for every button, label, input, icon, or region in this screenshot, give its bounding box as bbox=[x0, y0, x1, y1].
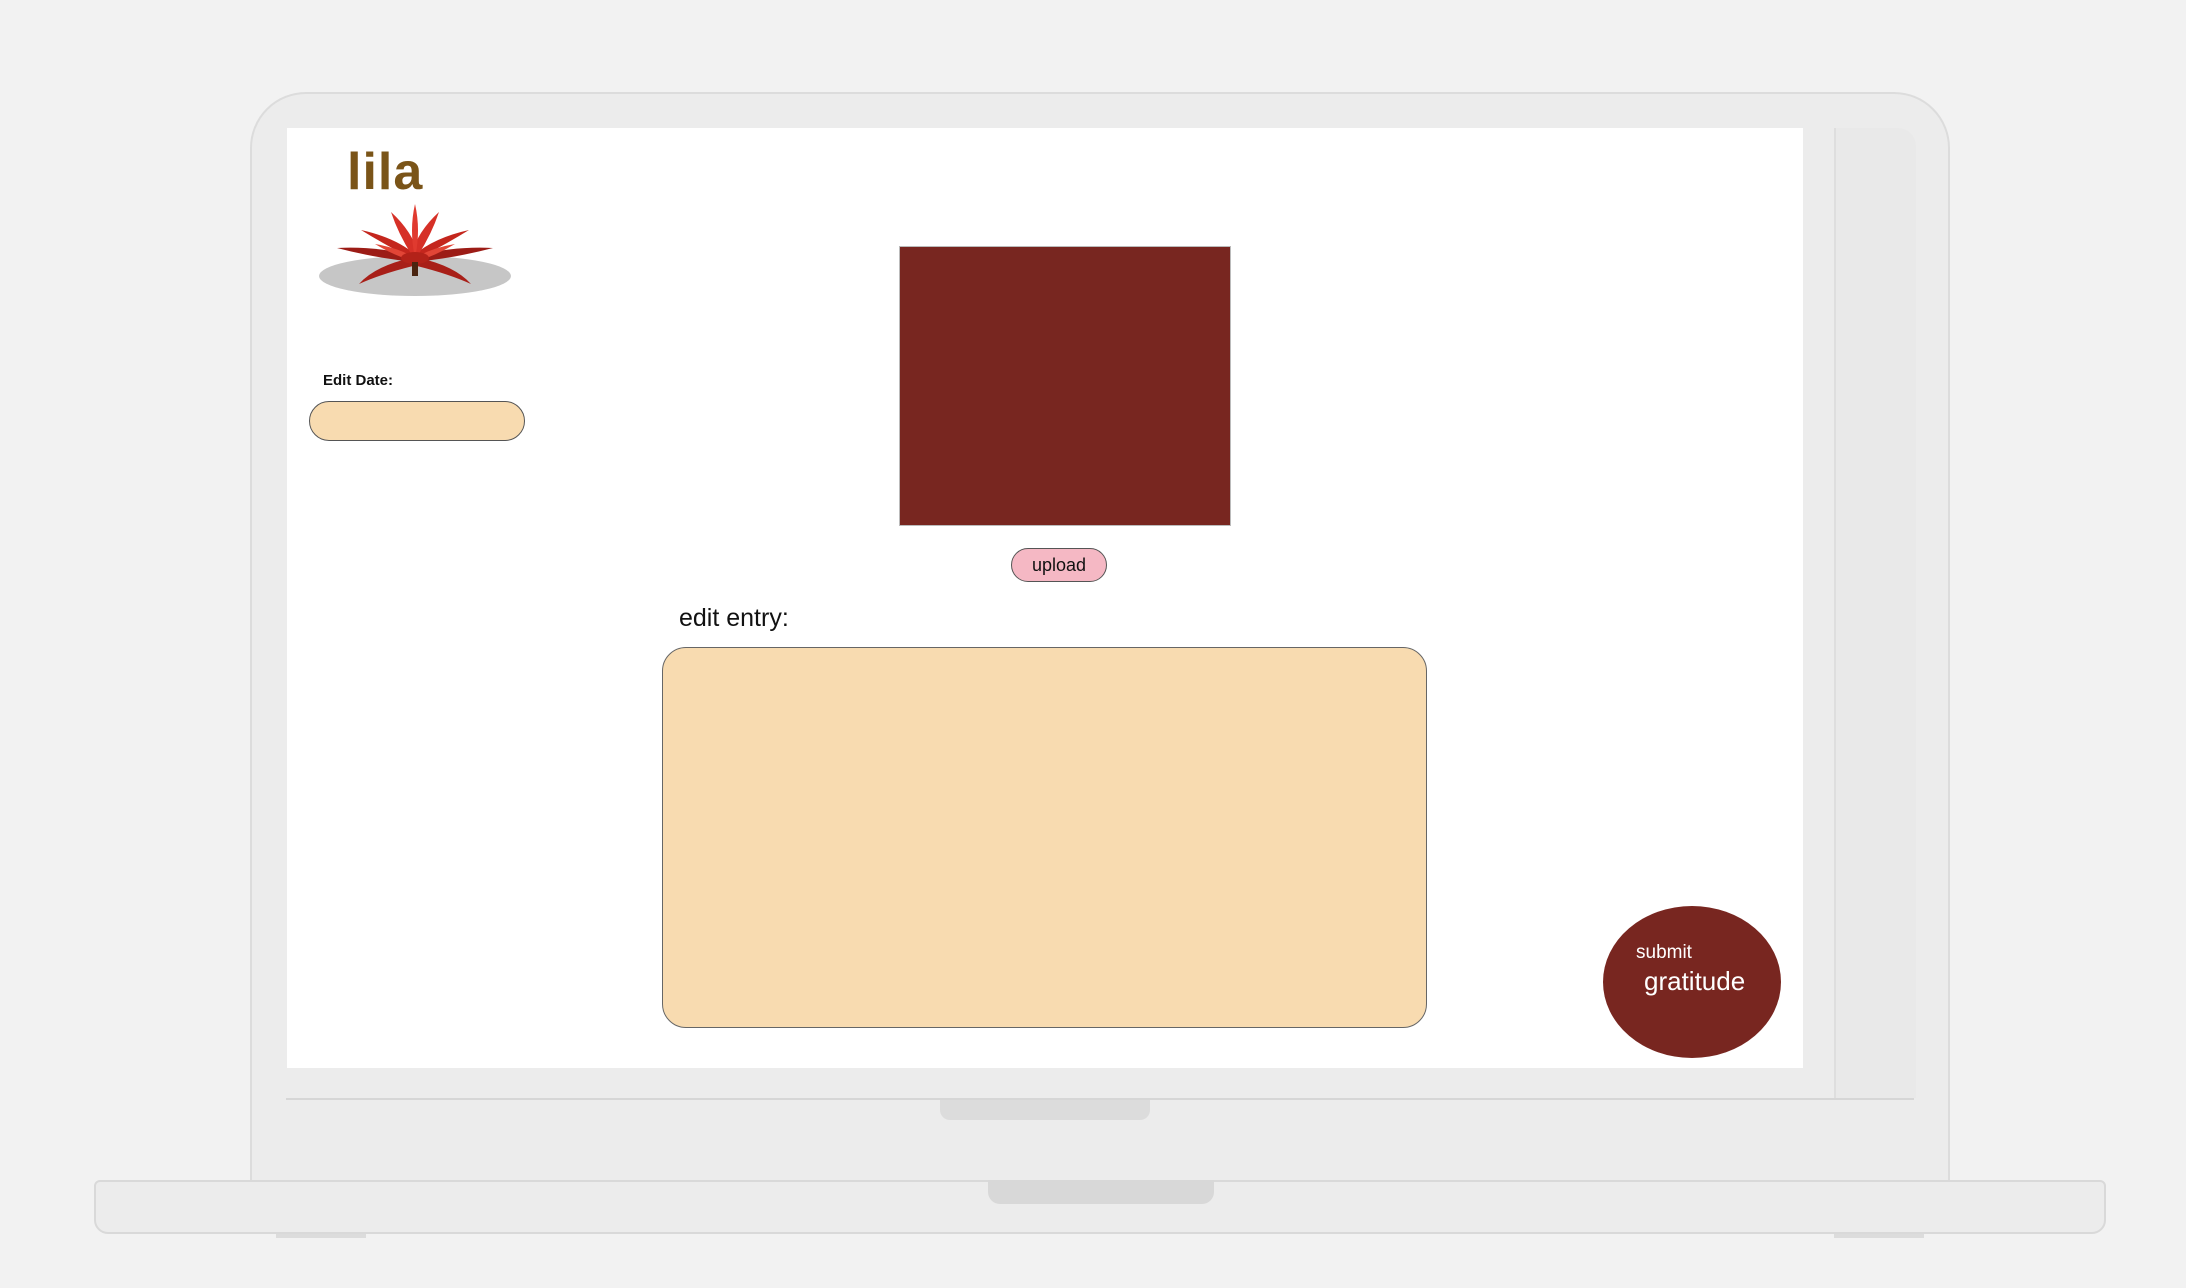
edit-date-label: Edit Date: bbox=[323, 372, 394, 389]
laptop-foot-right bbox=[1834, 1234, 1924, 1238]
edit-date-input[interactable] bbox=[309, 401, 525, 441]
submit-label: submit bbox=[1636, 942, 1692, 963]
edit-entry-label: edit entry: bbox=[679, 604, 789, 632]
submit-gratitude-button[interactable]: submit gratitude bbox=[1603, 906, 1781, 1058]
laptop-screen-bezel bbox=[1834, 128, 1916, 1098]
edit-entry-textarea[interactable] bbox=[662, 647, 1427, 1028]
gratitude-label: gratitude bbox=[1644, 966, 1746, 996]
laptop-lid-notch bbox=[940, 1100, 1150, 1120]
photo-preview bbox=[899, 246, 1231, 526]
upload-button[interactable]: upload bbox=[1011, 548, 1107, 582]
laptop-foot-left bbox=[276, 1234, 366, 1238]
laptop-base-notch bbox=[988, 1180, 1214, 1204]
app-screen: lila Edit Date: upload edit entry: submi… bbox=[287, 128, 1803, 1068]
lotus-flower-icon bbox=[319, 204, 511, 296]
logo-text: lila bbox=[347, 143, 424, 201]
